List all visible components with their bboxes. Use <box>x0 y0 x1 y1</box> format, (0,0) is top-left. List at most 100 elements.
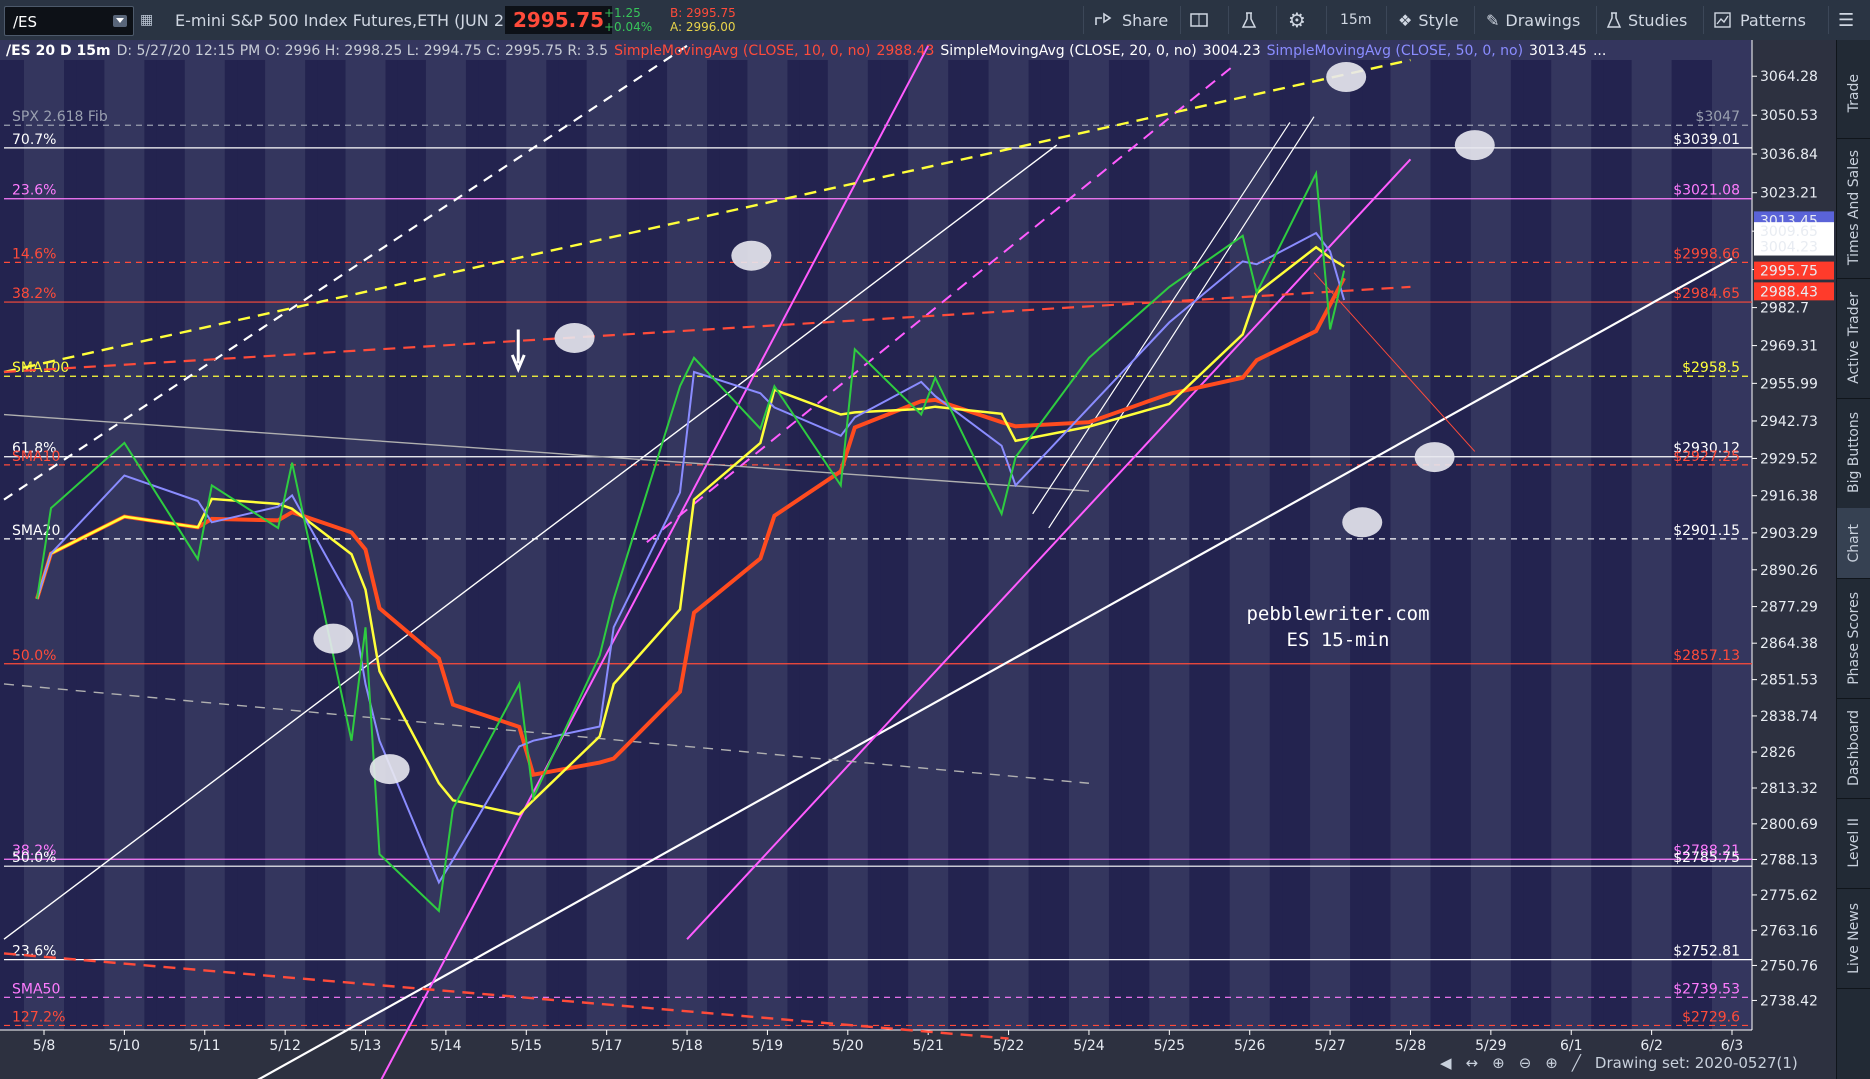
gear-icon: ⚙ <box>1288 8 1306 32</box>
toolbar: /ES ▦ E-mini S&P 500 Index Futures,ETH (… <box>0 0 1870 41</box>
patterns-button[interactable]: Patterns <box>1714 0 1806 40</box>
chart-area[interactable]: 3064.283050.533036.843023.213009.652996.… <box>0 40 1836 1079</box>
crosshair-icon[interactable]: ⊕ <box>1492 1054 1505 1072</box>
menu-icon[interactable]: ☰ <box>1838 0 1854 40</box>
level-label-left: SMA10 <box>12 449 60 465</box>
side-tab-active-trader[interactable]: Active Trader <box>1837 278 1870 399</box>
price-tick-label: 2738.42 <box>1760 993 1818 1009</box>
zoom-out-icon[interactable]: ⊖ <box>1519 1054 1532 1072</box>
session-stripe <box>1684 60 1712 1030</box>
side-tab-label: Times And Sales <box>1846 150 1862 266</box>
session-stripe <box>1040 60 1069 1030</box>
last-price: 2995.75 <box>505 6 613 34</box>
session-stripe <box>1523 60 1552 1030</box>
price-mark-label: 2995.75 <box>1760 264 1818 280</box>
side-tab-trade[interactable]: Trade <box>1837 48 1870 139</box>
price-tick-label: 3050.53 <box>1760 108 1818 124</box>
drawings-button[interactable]: ✎ Drawings <box>1486 0 1580 40</box>
date-tick-label: 5/21 <box>912 1038 943 1054</box>
timeframe-button[interactable]: 15m <box>1340 0 1371 40</box>
settings-button[interactable]: ⚙ <box>1288 0 1306 40</box>
level-label-left: 50.0% <box>12 850 56 866</box>
share-button[interactable]: Share <box>1094 0 1168 40</box>
side-tab-label: Dashboard <box>1846 710 1862 786</box>
style-button[interactable]: ❖ Style <box>1398 0 1459 40</box>
legend-sma50-name[interactable]: SimpleMovingAvg (CLOSE, 50, 0, no) <box>1267 43 1523 59</box>
net-change: +1.25 <box>604 6 641 20</box>
price-tick-label: 2890.26 <box>1760 563 1818 579</box>
legend-sma20-value: 3004.23 <box>1202 43 1261 59</box>
session-stripe <box>799 60 828 1030</box>
session-stripe <box>880 60 909 1030</box>
studies-button[interactable]: Studies <box>1606 0 1687 40</box>
date-tick-label: 5/27 <box>1314 1038 1345 1054</box>
symbol-selector[interactable]: /ES <box>4 6 134 36</box>
patterns-label: Patterns <box>1740 10 1806 30</box>
link-icon[interactable]: ▦ <box>140 0 158 40</box>
flexible-grid-button[interactable] <box>1190 0 1210 40</box>
level-label-left: 50.0% <box>12 648 56 664</box>
legend-sma10-name[interactable]: SimpleMovingAvg (CLOSE, 10, 0, no) <box>614 43 870 59</box>
level-label-left: 127.2% <box>12 1009 65 1025</box>
side-tab-phase-scores[interactable]: Phase Scores <box>1837 578 1870 699</box>
price-tick-label: 3064.28 <box>1760 69 1818 85</box>
date-tick-label: 5/18 <box>671 1038 702 1054</box>
flask-button[interactable] <box>1240 0 1258 40</box>
side-tab-label: Live News <box>1846 902 1862 974</box>
instrument-description: E-mini S&P 500 Index Futures,ETH (JUN 20… <box>175 10 521 30</box>
session-stripe <box>76 60 105 1030</box>
side-tab-level-ii[interactable]: Level II <box>1837 798 1870 889</box>
pct-change: +0.04% <box>604 20 653 34</box>
level-label-left: 23.6% <box>12 183 56 199</box>
share-icon <box>1095 12 1112 25</box>
share-label: Share <box>1122 10 1169 30</box>
target-oval <box>1454 130 1495 161</box>
patterns-icon <box>1714 12 1731 28</box>
change-box: +1.25 +0.04% <box>604 3 652 37</box>
legend-sma20-name[interactable]: SimpleMovingAvg (CLOSE, 20, 0, no) <box>940 43 1196 59</box>
side-tab-live-news[interactable]: Live News <box>1837 888 1870 989</box>
drawing-set-label[interactable]: Drawing set: 2020-0527(1) <box>1595 1054 1798 1072</box>
session-stripe <box>478 60 507 1030</box>
session-stripe <box>0 60 24 1030</box>
flask-icon <box>1241 12 1257 28</box>
side-tab-times-and-sales[interactable]: Times And Sales <box>1837 138 1870 279</box>
price-tick-label: 2903.29 <box>1760 526 1818 542</box>
date-tick-label: 5/14 <box>430 1038 462 1054</box>
drawing-tool-icon[interactable]: ╱ <box>1572 1054 1581 1072</box>
level-label-right: $2901.15 <box>1673 523 1740 539</box>
scroll-fit-icon[interactable]: ↔ <box>1466 1054 1479 1072</box>
target-oval <box>1326 62 1367 93</box>
studies-flask-icon <box>1606 12 1622 28</box>
session-stripe <box>719 60 748 1030</box>
level-label-right: $2857.13 <box>1673 648 1740 664</box>
grid-layout-icon <box>1190 13 1208 27</box>
chart-legend: /ES 20 D 15m D: 5/27/20 12:15 PM O: 2996… <box>6 41 1606 61</box>
chevron-down-icon[interactable] <box>113 15 127 27</box>
side-tab-chart[interactable]: Chart <box>1837 508 1870 579</box>
date-tick-label: 5/13 <box>350 1038 381 1054</box>
legend-sma50-value: 3013.45 <box>1529 43 1587 59</box>
session-stripe <box>960 60 989 1030</box>
date-tick-label: 5/24 <box>1073 1038 1105 1054</box>
level-label-right: $2785.75 <box>1673 850 1740 866</box>
style-icon: ❖ <box>1398 10 1413 30</box>
side-tab-label: Chart <box>1846 523 1862 563</box>
level-label-right: $2729.6 <box>1682 1009 1740 1025</box>
price-tick-label: 2800.69 <box>1760 817 1818 833</box>
price-tick-label: 2969.31 <box>1760 339 1818 355</box>
legend-more[interactable]: ... <box>1593 43 1606 59</box>
side-tab-big-buttons[interactable]: Big Buttons <box>1837 398 1870 509</box>
zoom-in-icon[interactable]: ⊕ <box>1545 1054 1558 1072</box>
price-tick-label: 2763.16 <box>1760 923 1818 939</box>
scroll-left-icon[interactable]: ◀ <box>1440 1054 1452 1072</box>
side-tab-dashboard[interactable]: Dashboard <box>1837 698 1870 799</box>
price-chart[interactable]: 3064.283050.533036.843023.213009.652996.… <box>0 40 1836 1079</box>
date-tick-label: 5/28 <box>1395 1038 1426 1054</box>
side-tab-label: Level II <box>1846 818 1862 868</box>
date-tick-label: 5/25 <box>1154 1038 1185 1054</box>
drawings-label: Drawings <box>1505 10 1581 30</box>
date-tick-label: 5/17 <box>591 1038 622 1054</box>
price-tick-label: 2942.73 <box>1760 414 1818 430</box>
price-tick-label: 2851.53 <box>1760 673 1818 689</box>
